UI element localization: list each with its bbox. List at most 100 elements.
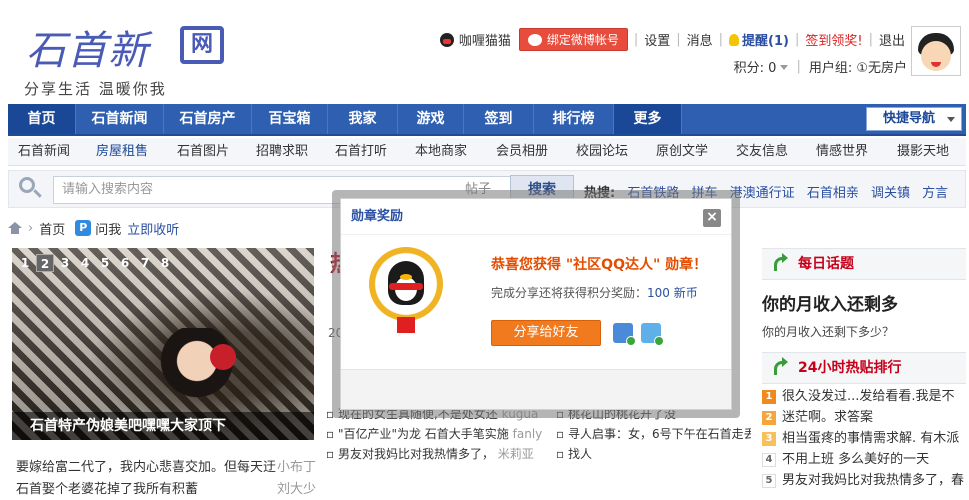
quick-nav-dropdown[interactable]: 快捷导航 (866, 107, 962, 131)
daily-topic-header: 每日话题 (762, 248, 966, 280)
divider: | (868, 32, 873, 47)
qq-share-icon[interactable] (613, 323, 636, 346)
nav-house[interactable]: 石首房产 (164, 104, 252, 134)
reward-note-text: 完成分享还将获得积分奖励： (491, 286, 648, 300)
nav-baibaoxiang[interactable]: 百宝箱 (252, 104, 328, 134)
bulb-icon (729, 34, 740, 46)
subnav-item[interactable]: 石首打听 (322, 138, 400, 166)
avatar[interactable] (911, 26, 961, 76)
weibo-share-icon[interactable] (641, 323, 664, 346)
slogan: 分享生活 温暖你我 (24, 80, 167, 98)
breadcrumb-home[interactable]: 首页 (39, 219, 65, 238)
nav-myhome[interactable]: 我家 (328, 104, 398, 134)
slide-page[interactable]: 8 (156, 254, 174, 272)
slide-page[interactable]: 7 (136, 254, 154, 272)
hot-post-title[interactable]: 很久没发过...发给看看.我是不 (782, 386, 955, 407)
hot-posts-heading: 24小时热贴排行 (798, 360, 902, 376)
news-author[interactable]: 小布丁 (277, 456, 316, 478)
list-item: ▫ "百亿产业"为龙 石首大手笔实施 fanly ▫ 寻人启事：女，6号下午在石… (326, 424, 751, 444)
list-item[interactable]: 4 不用上班 多么美好的一天 (762, 449, 966, 470)
subnav-item[interactable]: 会员相册 (482, 138, 562, 166)
news-title-link[interactable]: 寻人启事：女，6号下午在石首走丢 (568, 427, 751, 441)
site-logo[interactable]: 石首新 网 分享生活 温暖你我 (12, 8, 232, 98)
news-author[interactable]: fanly (513, 427, 543, 441)
arrow-icon (774, 357, 788, 375)
subnav-item[interactable]: 石首新闻 (8, 138, 80, 166)
hot-keyword[interactable]: 石首相亲 (807, 186, 859, 201)
signin-link[interactable]: 签到领奖! (805, 30, 862, 49)
logout-link[interactable]: 退出 (879, 30, 905, 49)
slide-page[interactable]: 5 (96, 254, 114, 272)
subnav-item[interactable]: 本地商家 (400, 138, 482, 166)
nav-more[interactable]: 更多 (614, 104, 682, 134)
hot-post-title[interactable]: 不用上班 多么美好的一天 (782, 449, 929, 470)
home-icon[interactable] (8, 222, 22, 234)
list-item[interactable]: 3 相当蛋疼的事情需求解. 有木派 (762, 428, 966, 449)
nav-home[interactable]: 首页 (8, 104, 76, 134)
rank-badge: 4 (762, 452, 776, 467)
divider: | (796, 59, 801, 74)
list-item: ▫ 男友对我妈比对我热情多了， 米莉亚 ▫ 找人 (326, 444, 751, 464)
username-text: 咖喱猫猫 (458, 34, 511, 49)
points-dropdown[interactable]: 积分: 0 (734, 57, 789, 76)
remind-link[interactable]: 提醒(1) (729, 30, 789, 49)
news-title-link[interactable]: 要嫁给富二代了，我内心悲喜交加。但每天迂 (16, 456, 276, 478)
subnav-item[interactable]: 校园论坛 (562, 138, 642, 166)
slide-page[interactable]: 4 (76, 254, 94, 272)
hot-posts-panel: 24小时热贴排行 1 很久没发过...发给看看.我是不 2 迷茫啊。求答案 3 相当蛋… (762, 352, 966, 491)
close-icon[interactable]: × (703, 209, 721, 227)
slide-page-active[interactable]: 2 (36, 254, 54, 272)
dialog-title: 勋章奖励 (341, 199, 731, 235)
slide-page[interactable]: 6 (116, 254, 134, 272)
share-to-friends-button[interactable]: 分享给好友 (491, 320, 601, 346)
arrow-icon (774, 253, 788, 271)
news-author[interactable]: 米莉亚 (498, 447, 534, 461)
subnav-item[interactable]: 招聘求职 (242, 138, 322, 166)
username-link[interactable]: 咖喱猫猫 (439, 30, 511, 49)
topic-subtitle[interactable]: 你的月收入还剩下多少？ (762, 323, 966, 340)
hot-post-title[interactable]: 迷茫啊。求答案 (782, 407, 873, 428)
left-news-list: 要嫁给富二代了，我内心悲喜交加。但每天迂 小布丁 石首娶个老婆花掉了我所有积蓄 … (16, 456, 316, 500)
slide-page[interactable]: 3 (56, 254, 74, 272)
list-item[interactable]: 5 男友对我妈比对我热情多了，春 (762, 470, 966, 491)
usergroup-link[interactable]: 用户组: ①无房户 (809, 57, 907, 76)
news-title-link[interactable]: 找人 (568, 447, 592, 461)
sub-nav: 石首新闻 房屋租售 石首图片 招聘求职 石首打听 本地商家 会员相册 校园论坛 … (8, 138, 966, 166)
divider: | (794, 32, 800, 47)
reward-amount: 100 新币 (647, 286, 698, 300)
list-item[interactable]: 2 迷茫啊。求答案 (762, 407, 966, 428)
rank-badge: 5 (762, 473, 776, 488)
hot-post-title[interactable]: 相当蛋疼的事情需求解. 有木派 (782, 428, 959, 449)
topic-title-link[interactable]: 你的月收入还剩多 (762, 290, 966, 315)
nav-signin[interactable]: 签到 (464, 104, 534, 134)
bind-weibo-button[interactable]: 绑定微博帐号 (518, 28, 628, 51)
hot-keyword[interactable]: 方言 (922, 186, 948, 201)
subnav-item[interactable]: 房屋租售 (80, 138, 164, 166)
check-icon (654, 336, 664, 346)
hot-post-title[interactable]: 男友对我妈比对我热情多了，春 (782, 470, 964, 491)
subnav-item[interactable]: 交友信息 (722, 138, 802, 166)
nav-news[interactable]: 石首新闻 (76, 104, 164, 134)
subnav-item[interactable]: 摄影天地 (882, 138, 964, 166)
messages-link[interactable]: 消息 (687, 30, 713, 49)
subnav-item[interactable]: 原创文学 (642, 138, 722, 166)
logo-text: 石首新 (26, 28, 149, 74)
subnav-item[interactable]: 情感世界 (802, 138, 882, 166)
subnav-item[interactable]: 石首图片 (164, 138, 242, 166)
settings-link[interactable]: 设置 (644, 30, 670, 49)
news-title-link[interactable]: 男友对我妈比对我热情多了， (338, 447, 494, 461)
divider: | (633, 32, 639, 47)
news-title-link[interactable]: "百亿产业"为龙 石首大手笔实施 (338, 427, 509, 441)
hot-keyword[interactable]: 调关镇 (871, 186, 910, 201)
hot-posts-header: 24小时热贴排行 (762, 352, 966, 384)
slide-page[interactable]: 1 (16, 254, 34, 272)
nav-games[interactable]: 游戏 (398, 104, 464, 134)
qq-medal-badge-icon (369, 247, 443, 335)
follow-now-link[interactable]: 立即收听 (127, 219, 179, 238)
bind-weibo-label: 绑定微博帐号 (546, 33, 619, 47)
remind-label: 提醒(1) (742, 34, 789, 49)
featured-slideshow[interactable]: 1 2 3 4 5 6 7 8 石首特产伪娘美吧嘿嘿大家顶下 (12, 248, 314, 440)
slide-caption[interactable]: 石首特产伪娘美吧嘿嘿大家顶下 (12, 412, 314, 440)
nav-ranking[interactable]: 排行榜 (534, 104, 614, 134)
list-item[interactable]: 1 很久没发过...发给看看.我是不 (762, 386, 966, 407)
